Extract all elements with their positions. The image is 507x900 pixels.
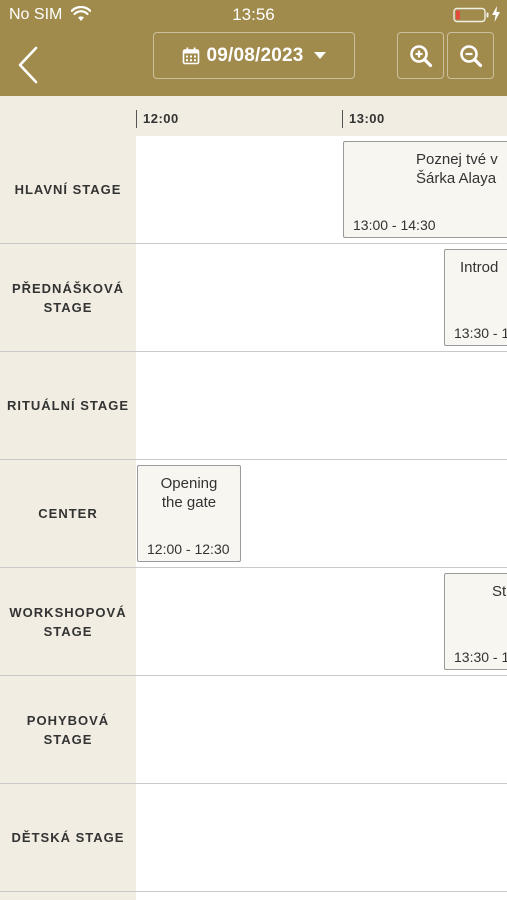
stage-track: St 13:30 - 1 <box>136 568 507 675</box>
stage-row: DĚTSKÁ STAGE <box>0 784 507 892</box>
stage-track: Introd 13:30 - 1 <box>136 244 507 351</box>
event-time: 13:30 - 1 <box>454 649 507 665</box>
stage-track <box>136 352 507 459</box>
event-card[interactable]: Introd 13:30 - 1 <box>444 249 507 346</box>
chevron-left-icon <box>18 46 38 84</box>
event-title: Poznej tvé v Šárka Alaya <box>416 151 498 187</box>
stage-label: RITUÁLNÍ STAGE <box>6 398 130 413</box>
event-title: Opening the gate <box>160 475 218 511</box>
calendar-icon <box>183 47 200 64</box>
status-bar: No SIM 13:56 <box>0 0 507 30</box>
back-button[interactable] <box>10 42 46 88</box>
event-title: St <box>492 583 507 600</box>
event-card[interactable]: Poznej tvé v Šárka Alaya 13:00 - 14:30 <box>343 141 507 238</box>
top-bar: No SIM 13:56 09/08/2023 <box>0 0 507 96</box>
stage-label: CENTER <box>38 506 98 521</box>
chevron-down-icon <box>313 52 326 59</box>
zoom-in-button[interactable] <box>397 32 444 79</box>
stage-row: PŘEDNÁŠKOVÁ STAGE Introd 13:30 - 1 <box>0 244 507 352</box>
stage-track: Poznej tvé v Šárka Alaya 13:00 - 14:30 <box>136 136 507 243</box>
battery-icon <box>453 7 489 23</box>
stage-row: POHYBOVÁ STAGE <box>0 676 507 784</box>
event-card[interactable]: Opening the gate 12:00 - 12:30 <box>137 465 241 562</box>
selected-date: 09/08/2023 <box>206 44 304 66</box>
zoom-out-button[interactable] <box>447 32 494 79</box>
zoom-out-icon <box>459 44 482 67</box>
stage-row: CENTER Opening the gate 12:00 - 12:30 <box>0 460 507 568</box>
event-time: 13:30 - 1 <box>454 325 507 341</box>
date-picker-button[interactable]: 09/08/2023 <box>153 32 355 79</box>
event-time: 13:00 - 14:30 <box>353 217 436 233</box>
stage-label: DĚTSKÁ STAGE <box>11 830 125 845</box>
stage-label: HLAVNÍ STAGE <box>14 182 122 197</box>
event-card[interactable]: St 13:30 - 1 <box>444 573 507 670</box>
event-time: 12:00 - 12:30 <box>147 541 230 557</box>
time-label: 13:00 <box>342 110 385 128</box>
stage-label: PŘEDNÁŠKOVÁ STAGE <box>11 280 125 315</box>
stage-track <box>136 676 507 783</box>
zoom-in-icon <box>409 44 432 67</box>
event-title: Introd <box>460 259 499 276</box>
stage-row: RITUÁLNÍ STAGE <box>0 352 507 460</box>
status-clock: 13:56 <box>232 5 275 24</box>
stage-label: WORKSHOPOVÁ STAGE <box>9 604 127 639</box>
stage-row: HLAVNÍ STAGE Poznej tvé v Šárka Alaya 13… <box>0 136 507 244</box>
timeline-header: 12:00 13:00 <box>0 96 507 136</box>
stage-row: WORKSHOPOVÁ STAGE St 13:30 - 1 <box>0 568 507 676</box>
stage-track <box>136 784 507 891</box>
stage-label: POHYBOVÁ STAGE <box>26 712 110 747</box>
stage-track: Opening the gate 12:00 - 12:30 <box>136 460 507 567</box>
time-label: 12:00 <box>136 110 179 128</box>
charging-icon <box>492 6 500 22</box>
